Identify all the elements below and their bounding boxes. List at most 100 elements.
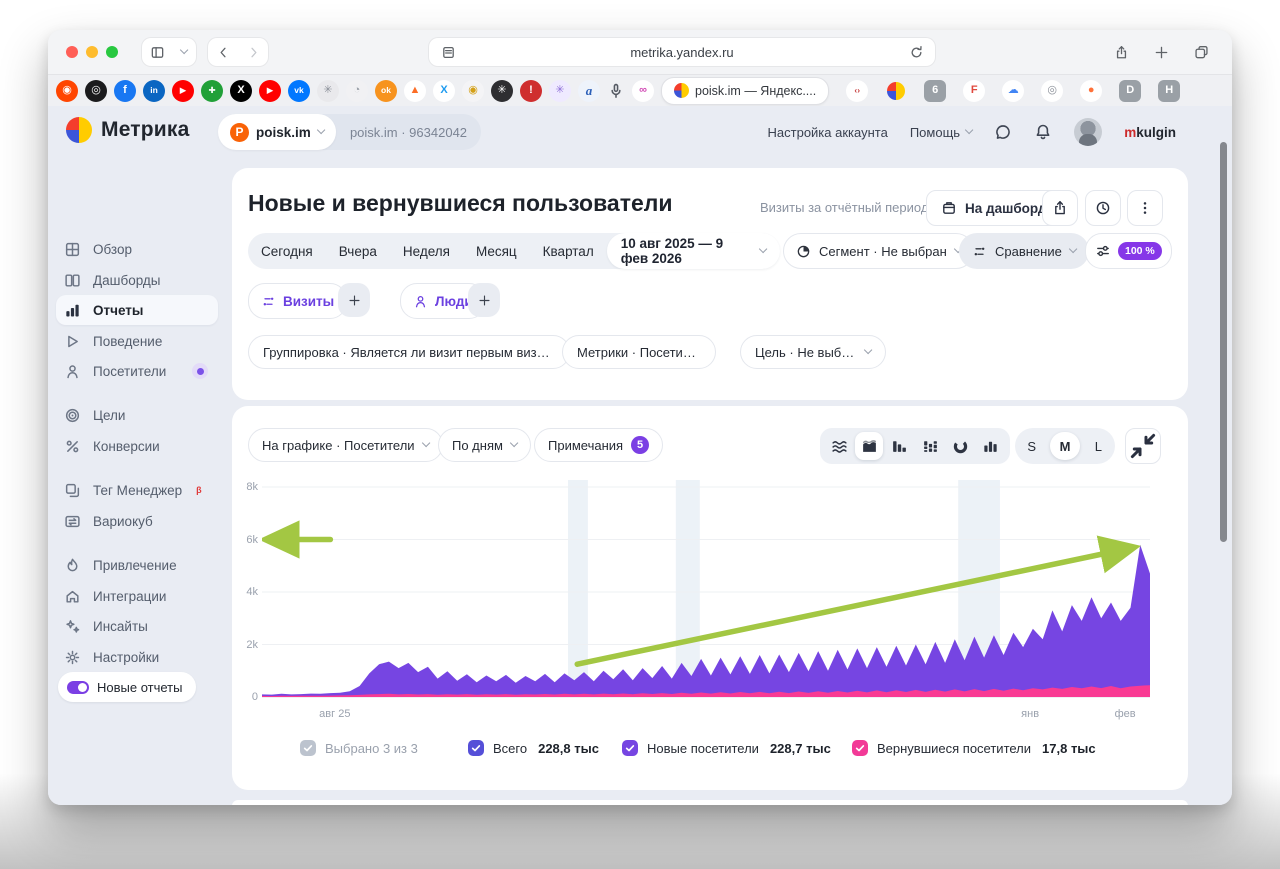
period-tab-1[interactable]: Сегодня <box>248 244 326 259</box>
sidebar-item-13[interactable]: Настройки <box>56 642 218 672</box>
bookmark-badge-6-icon[interactable]: 6 <box>924 79 947 102</box>
close-window-button[interactable] <box>66 46 78 58</box>
segment-pill[interactable]: Сегмент · Не выбран <box>783 233 974 269</box>
add-visits-metric-button[interactable] <box>338 283 370 317</box>
sidebar-item-9[interactable]: Вариокуб <box>56 506 218 536</box>
sidebar-item-8[interactable]: Тег Менеджер β <box>56 475 218 505</box>
chart-type-bars[interactable] <box>886 432 914 460</box>
account-settings-link[interactable]: Настройка аккаунта <box>768 125 888 140</box>
bookmark-lilac-paw-icon[interactable]: ✳ <box>549 79 571 102</box>
notes-pill[interactable]: Примечания 5 <box>534 428 664 462</box>
sidebar-item-3[interactable]: Отчеты <box>56 295 218 325</box>
period-tab-4[interactable]: Месяц <box>463 244 530 259</box>
bookmark-instagram-icon[interactable]: ◎ <box>85 79 107 102</box>
grouping-pill-2[interactable]: Метрики · Посетители <box>562 335 716 369</box>
legend-checkbox[interactable] <box>622 740 638 756</box>
bookmark-coin-icon[interactable]: ◉ <box>462 79 484 102</box>
bookmark-target-gray-icon[interactable]: ◎ <box>1041 79 1064 102</box>
bookmark-odnoklassniki-icon[interactable]: ok <box>375 79 397 102</box>
bookmark-a-service-icon[interactable]: a <box>578 79 600 102</box>
sidebar-item-11[interactable]: Интеграции <box>56 581 218 611</box>
bookmark-linkedin-icon[interactable]: in <box>143 79 165 102</box>
sidebar-item-5[interactable]: Посетители <box>56 356 218 386</box>
bookmark-code-icon[interactable]: ‹› <box>846 79 869 102</box>
sidebar-chevron-icon[interactable] <box>172 38 196 66</box>
bookmark-metrika-favicon-icon[interactable] <box>885 80 907 102</box>
bookmark-figma-icon[interactable]: F <box>963 79 986 102</box>
new-reports-toggle[interactable]: Новые отчеты <box>58 672 197 702</box>
bookmark-firefox-icon[interactable]: ● <box>1080 79 1103 102</box>
sidebar-item-7[interactable]: Конверсии <box>56 431 218 461</box>
sidebar-item-2[interactable]: Дашборды <box>56 265 218 295</box>
scrollbar[interactable] <box>1220 142 1227 542</box>
chart-type-lines[interactable] <box>825 432 853 460</box>
minimize-window-button[interactable] <box>86 46 98 58</box>
bookmark-x-blue-icon[interactable]: X <box>433 79 455 102</box>
bookmark-green-plus-icon[interactable]: ✚ <box>201 79 223 102</box>
legend-item[interactable]: Вернувшиеся посетители 17,8 тыс <box>852 740 1096 756</box>
history-button[interactable] <box>1085 190 1121 226</box>
legend-checkbox[interactable] <box>852 740 868 756</box>
more-menu-button[interactable] <box>1127 190 1163 226</box>
add-people-metric-button[interactable] <box>468 283 500 317</box>
zoom-window-button[interactable] <box>106 46 118 58</box>
period-tab-5[interactable]: Квартал <box>530 244 607 259</box>
sidebar-item-12[interactable]: Инсайты <box>56 611 218 641</box>
legend-checkbox[interactable] <box>468 740 484 756</box>
bookmark-vk-icon[interactable]: vk <box>288 79 310 102</box>
graph-metric-pill[interactable]: На графике · Посетители <box>248 428 443 462</box>
bookmark-microphone-icon[interactable] <box>607 82 625 100</box>
chart-type-area[interactable] <box>855 432 884 460</box>
bookmark-loop-icon[interactable]: ∞ <box>632 79 654 102</box>
bookmark-badge-d-icon[interactable]: D <box>1119 79 1142 102</box>
chart-type-donut[interactable] <box>946 432 974 460</box>
back-button[interactable] <box>208 38 238 66</box>
compare-pill[interactable]: Сравнение <box>959 233 1090 269</box>
avatar[interactable] <box>1074 118 1103 146</box>
legend-item[interactable]: Всего 228,8 тыс <box>468 740 599 756</box>
help-menu[interactable]: Помощь <box>910 125 974 140</box>
bookmark-gitlab-icon[interactable]: ▲ <box>404 79 426 102</box>
bookmark-youtube-icon[interactable]: ▶ <box>172 79 194 102</box>
period-tab-3[interactable]: Неделя <box>390 244 463 259</box>
address-bar[interactable]: metrika.yandex.ru <box>429 38 935 66</box>
chart-size-l[interactable]: L <box>1083 432 1113 460</box>
visits-chip[interactable]: Визиты <box>248 283 348 319</box>
bookmark-gear-dark-icon[interactable]: ✳ <box>491 79 513 102</box>
counter-pill[interactable]: P poisk.im <box>218 114 336 150</box>
sidebar-item-1[interactable]: Обзор <box>56 234 218 264</box>
bookmark-youtube-2-icon[interactable]: ▶ <box>259 79 281 102</box>
bookmark-x-black-icon[interactable]: X <box>230 79 252 102</box>
visitors-area-chart[interactable] <box>262 480 1150 706</box>
chart-type-columns[interactable] <box>977 432 1005 460</box>
tab-overview-icon[interactable] <box>1186 38 1216 66</box>
bell-icon[interactable] <box>1034 123 1052 141</box>
sidebar-item-6[interactable]: Цели <box>56 400 218 430</box>
date-range-pill[interactable]: 10 авг 2025 — 9 фев 2026 <box>606 233 780 269</box>
sidebar-item-10[interactable]: Привлечение <box>56 550 218 580</box>
bookmark-reddit-icon[interactable]: ◉ <box>56 79 78 102</box>
bookmark-fediverse-icon[interactable]: ✳ <box>317 79 339 102</box>
period-tab-2[interactable]: Вчера <box>326 244 390 259</box>
bookmark-facebook-icon[interactable]: f <box>114 79 136 102</box>
forward-button[interactable] <box>238 38 268 66</box>
active-tab-pill[interactable]: poisk.im — Яндекс.... <box>661 76 830 105</box>
chat-icon[interactable] <box>994 123 1012 141</box>
chart-type-stacked[interactable] <box>916 432 944 460</box>
share-icon[interactable] <box>1106 38 1136 66</box>
reload-icon[interactable] <box>907 43 925 61</box>
export-button[interactable] <box>1042 190 1078 226</box>
chart-size-s[interactable]: S <box>1017 432 1047 460</box>
legend-item[interactable]: Выбрано 3 из 3 <box>300 740 418 756</box>
granularity-pill[interactable]: По дням <box>438 428 532 462</box>
bookmark-compass-icon[interactable]: ◔ <box>346 79 368 102</box>
bookmark-badge-h-icon[interactable]: H <box>1158 79 1181 102</box>
new-tab-icon[interactable] <box>1146 38 1176 66</box>
legend-item[interactable]: Новые посетители 228,7 тыс <box>622 740 831 756</box>
browser-sidebar-icon[interactable] <box>142 38 172 66</box>
chart-size-m[interactable]: M <box>1049 432 1080 460</box>
collapse-chart-button[interactable] <box>1125 428 1161 464</box>
grouping-pill-1[interactable]: Группировка · Является ли визит первым в… <box>248 335 570 369</box>
username[interactable]: mkulgin <box>1124 125 1176 140</box>
sidebar-item-4[interactable]: Поведение <box>56 326 218 356</box>
